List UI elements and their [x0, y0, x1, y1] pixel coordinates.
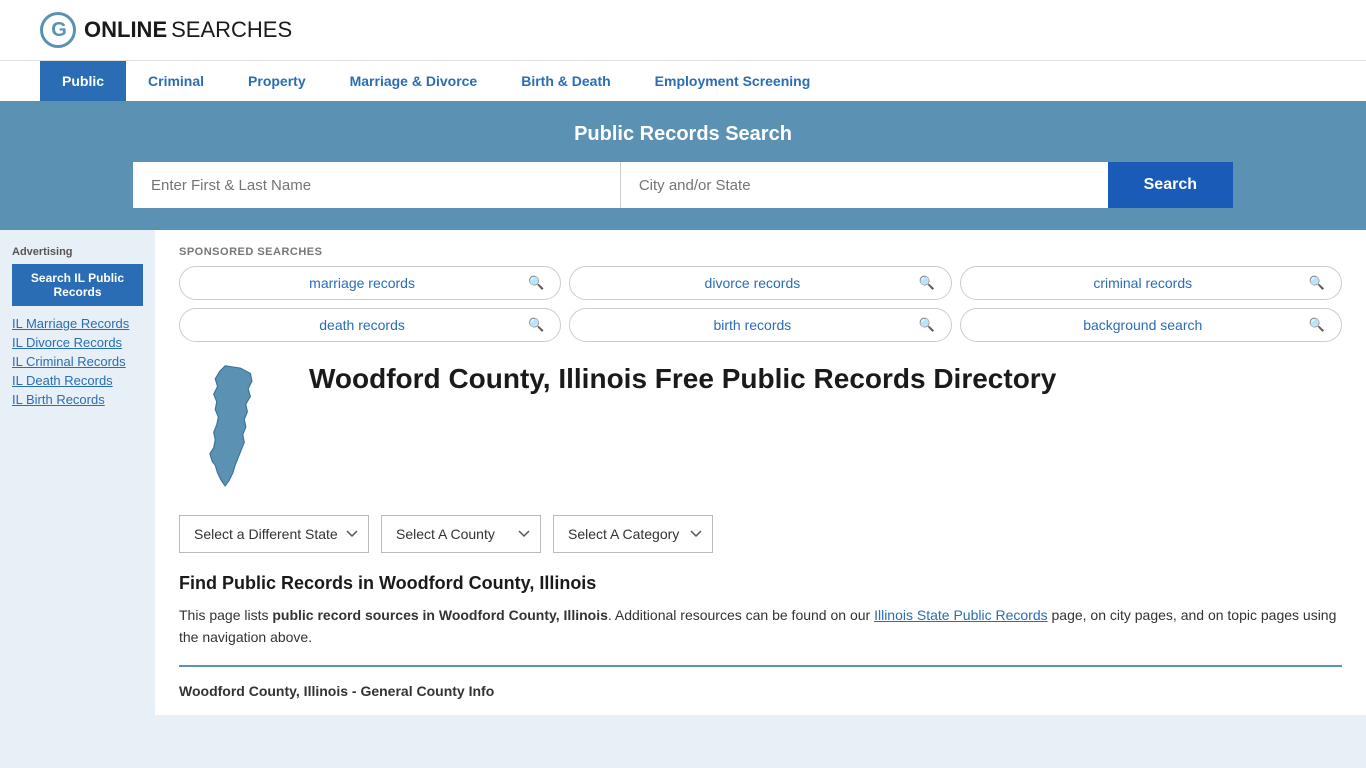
search-icon: 🔍	[528, 275, 544, 291]
search-banner-title: Public Records Search	[40, 123, 1326, 146]
sidebar-link-marriage[interactable]: IL Marriage Records	[12, 316, 143, 331]
search-button[interactable]: Search	[1108, 162, 1233, 208]
search-banner: Public Records Search Search	[0, 101, 1366, 230]
state-dropdown[interactable]: Select a Different State	[179, 515, 369, 553]
category-dropdown[interactable]: Select A Category	[553, 515, 713, 553]
nav-criminal[interactable]: Criminal	[126, 61, 226, 101]
sidebar-link-criminal[interactable]: IL Criminal Records	[12, 354, 143, 369]
main-content: SPONSORED SEARCHES marriage records 🔍 di…	[155, 230, 1366, 715]
illinois-records-link[interactable]: Illinois State Public Records	[874, 607, 1048, 623]
name-input[interactable]	[133, 162, 621, 208]
county-dropdown[interactable]: Select A County	[381, 515, 541, 553]
search-icon: 🔍	[918, 317, 934, 333]
search-icon: 🔍	[528, 317, 544, 333]
sponsored-pills: marriage records 🔍 divorce records 🔍 cri…	[179, 266, 1342, 342]
search-icon: 🔍	[918, 275, 934, 291]
section-divider	[179, 665, 1342, 667]
location-input[interactable]	[621, 162, 1108, 208]
illinois-map-svg	[179, 362, 279, 492]
logo[interactable]: G ONLINE SEARCHES	[40, 12, 292, 48]
nav-marriage-divorce[interactable]: Marriage & Divorce	[328, 61, 500, 101]
pill-birth[interactable]: birth records 🔍	[569, 308, 951, 342]
general-info-label: Woodford County, Illinois - General Coun…	[179, 683, 1342, 699]
logo-text: ONLINE SEARCHES	[84, 19, 292, 41]
find-records-section: Find Public Records in Woodford County, …	[179, 573, 1342, 649]
logo-searches: SEARCHES	[171, 19, 292, 41]
logo-online: ONLINE	[84, 19, 167, 41]
pill-background[interactable]: background search 🔍	[960, 308, 1342, 342]
sidebar-ad-button[interactable]: Search IL Public Records	[12, 264, 143, 306]
sidebar: Advertising Search IL Public Records IL …	[0, 230, 155, 715]
page-title-area: Woodford County, Illinois Free Public Re…	[179, 362, 1342, 495]
pill-criminal[interactable]: criminal records 🔍	[960, 266, 1342, 300]
state-map	[179, 362, 289, 495]
search-form: Search	[133, 162, 1233, 208]
search-icon: 🔍	[1309, 275, 1325, 291]
site-header: G ONLINE SEARCHES	[0, 0, 1366, 60]
pill-divorce[interactable]: divorce records 🔍	[569, 266, 951, 300]
nav-employment[interactable]: Employment Screening	[633, 61, 833, 101]
page-title-text: Woodford County, Illinois Free Public Re…	[309, 362, 1056, 396]
sidebar-link-divorce[interactable]: IL Divorce Records	[12, 335, 143, 350]
find-records-title: Find Public Records in Woodford County, …	[179, 573, 1342, 594]
sidebar-link-birth[interactable]: IL Birth Records	[12, 392, 143, 407]
logo-icon: G	[40, 12, 76, 48]
page-title: Woodford County, Illinois Free Public Re…	[309, 362, 1056, 396]
pill-marriage[interactable]: marriage records 🔍	[179, 266, 561, 300]
find-records-desc: This page lists public record sources in…	[179, 604, 1342, 649]
nav-public[interactable]: Public	[40, 61, 126, 101]
sidebar-link-death[interactable]: IL Death Records	[12, 373, 143, 388]
sponsored-label: SPONSORED SEARCHES	[179, 246, 1342, 258]
main-nav: Public Criminal Property Marriage & Divo…	[0, 60, 1366, 101]
main-wrapper: Advertising Search IL Public Records IL …	[0, 230, 1366, 715]
nav-birth-death[interactable]: Birth & Death	[499, 61, 632, 101]
nav-property[interactable]: Property	[226, 61, 328, 101]
sidebar-ad-label: Advertising	[12, 246, 143, 258]
pill-death[interactable]: death records 🔍	[179, 308, 561, 342]
dropdowns: Select a Different State Select A County…	[179, 515, 1342, 553]
search-icon: 🔍	[1309, 317, 1325, 333]
